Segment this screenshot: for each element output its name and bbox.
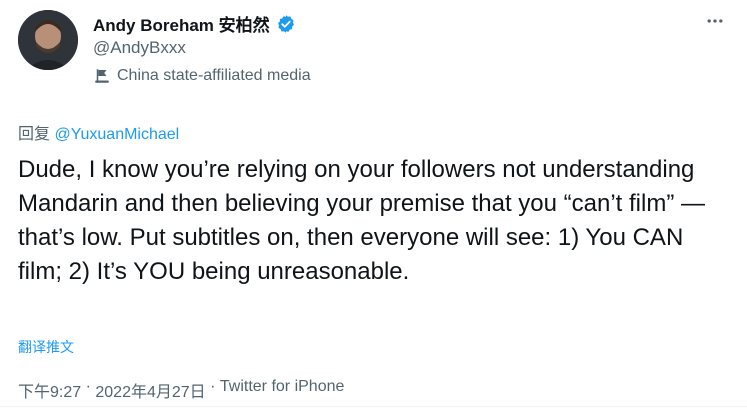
tweet-time[interactable]: 下午9:27 (18, 378, 81, 402)
reply-prefix: 回复 (18, 126, 51, 143)
more-dots-icon (705, 11, 725, 36)
author-display-name[interactable]: Andy Boreham 安柏然 (93, 11, 270, 36)
avatar-image (18, 10, 78, 70)
state-media-flag-icon (93, 67, 111, 85)
author-name-row: Andy Boreham 安柏然 (93, 11, 296, 36)
meta-separator: · (81, 378, 96, 395)
affiliation-label-row: China state-affiliated media (93, 67, 311, 85)
tweet-text: Dude, I know you’re relying on your foll… (18, 156, 705, 285)
tweet-source-link[interactable]: Twitter for iPhone (220, 378, 345, 402)
reply-mention-link[interactable]: @YuxuanMichael (54, 126, 179, 143)
tweet-metadata: 下午9:27 · 2022年4月27日 · Twitter for iPhone (18, 378, 344, 402)
verified-badge-icon (276, 14, 296, 34)
tweet-date[interactable]: 2022年4月27日 (95, 378, 205, 402)
more-options-button[interactable] (700, 8, 730, 38)
translate-tweet-link[interactable]: 翻译推文 (18, 337, 74, 357)
divider (0, 406, 747, 407)
affiliation-label[interactable]: China state-affiliated media (117, 67, 311, 85)
reply-context: 回复 @YuxuanMichael (18, 120, 179, 144)
meta-separator-2: · (205, 378, 220, 395)
author-handle[interactable]: @AndyBxxx (93, 38, 186, 58)
avatar[interactable] (18, 10, 78, 70)
